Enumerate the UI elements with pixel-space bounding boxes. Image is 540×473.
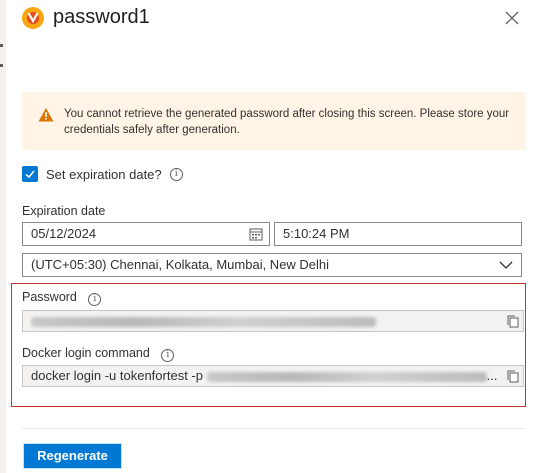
close-icon[interactable] (503, 10, 521, 28)
docker-login-field[interactable]: docker login -u tokenfortest -p ... (22, 365, 524, 387)
checkmark-icon (25, 170, 35, 179)
info-icon[interactable]: i (161, 349, 175, 362)
password-field[interactable] (22, 310, 524, 332)
date-value: 05/12/2024 (31, 226, 97, 241)
left-edge-mark (0, 44, 3, 47)
expiration-checkbox-label[interactable]: Set expiration date? (46, 167, 162, 182)
docker-token-redacted (206, 371, 487, 382)
time-value: 5:10:24 PM (283, 226, 350, 241)
copy-icon[interactable] (507, 370, 519, 383)
info-icon[interactable]: i (169, 167, 183, 181)
panel-header: password1 (22, 6, 150, 29)
expiration-date-label: Expiration date (22, 204, 106, 218)
warning-banner: You cannot retrieve the generated passwo… (22, 92, 526, 150)
password-value-redacted (31, 316, 376, 327)
warning-icon (38, 108, 54, 122)
timezone-select[interactable]: (UTC+05:30) Chennai, Kolkata, Mumbai, Ne… (22, 253, 522, 277)
regenerate-button[interactable]: Regenerate (24, 444, 121, 468)
warning-text: You cannot retrieve the generated passwo… (64, 108, 510, 136)
docker-ellipsis: ... (486, 368, 498, 383)
info-icon[interactable]: i (88, 293, 102, 306)
copy-icon[interactable] (507, 315, 519, 328)
docker-command-prefix: docker login -u tokenfortest -p (31, 368, 203, 383)
footer-divider (22, 428, 526, 429)
container-registry-icon (22, 6, 44, 29)
expiration-checkbox[interactable] (22, 166, 38, 182)
chevron-down-icon (499, 261, 513, 269)
timezone-value: (UTC+05:30) Chennai, Kolkata, Mumbai, Ne… (31, 257, 330, 272)
left-edge-mark (0, 64, 3, 67)
expiration-time-input[interactable]: 5:10:24 PM (274, 222, 522, 246)
password-label-text: Password (22, 290, 77, 304)
page-title: password1 (53, 6, 150, 28)
expiration-checkbox-row: Set expiration date? i (22, 166, 183, 182)
expiration-date-input[interactable]: 05/12/2024 (22, 222, 270, 246)
left-edge-strip (0, 0, 6, 473)
docker-login-label: Docker login command i (22, 346, 175, 362)
calendar-icon[interactable] (249, 227, 263, 241)
password-label: Password i (22, 290, 102, 306)
docker-login-label-text: Docker login command (22, 346, 150, 360)
